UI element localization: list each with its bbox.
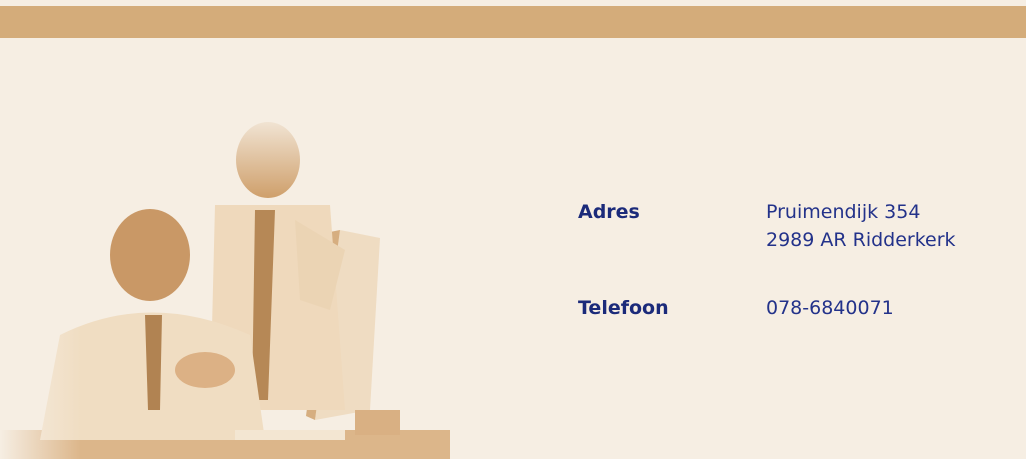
phone-label: Telefoon [578, 297, 669, 319]
address-city: 2989 AR Ridderkerk [766, 229, 956, 251]
contact-info: Adres Pruimendijk 354 2989 AR Ridderkerk… [578, 198, 956, 322]
address-label: Adres [578, 201, 640, 223]
address-row: Adres Pruimendijk 354 2989 AR Ridderkerk [578, 198, 956, 254]
address-street: Pruimendijk 354 [766, 201, 921, 223]
office-workers-photo [0, 110, 450, 459]
address-value: Pruimendijk 354 2989 AR Ridderkerk [766, 198, 956, 254]
header-bar [0, 6, 1026, 38]
phone-row: Telefoon 078-6840071 [578, 294, 956, 322]
phone-value[interactable]: 078-6840071 [766, 294, 894, 322]
